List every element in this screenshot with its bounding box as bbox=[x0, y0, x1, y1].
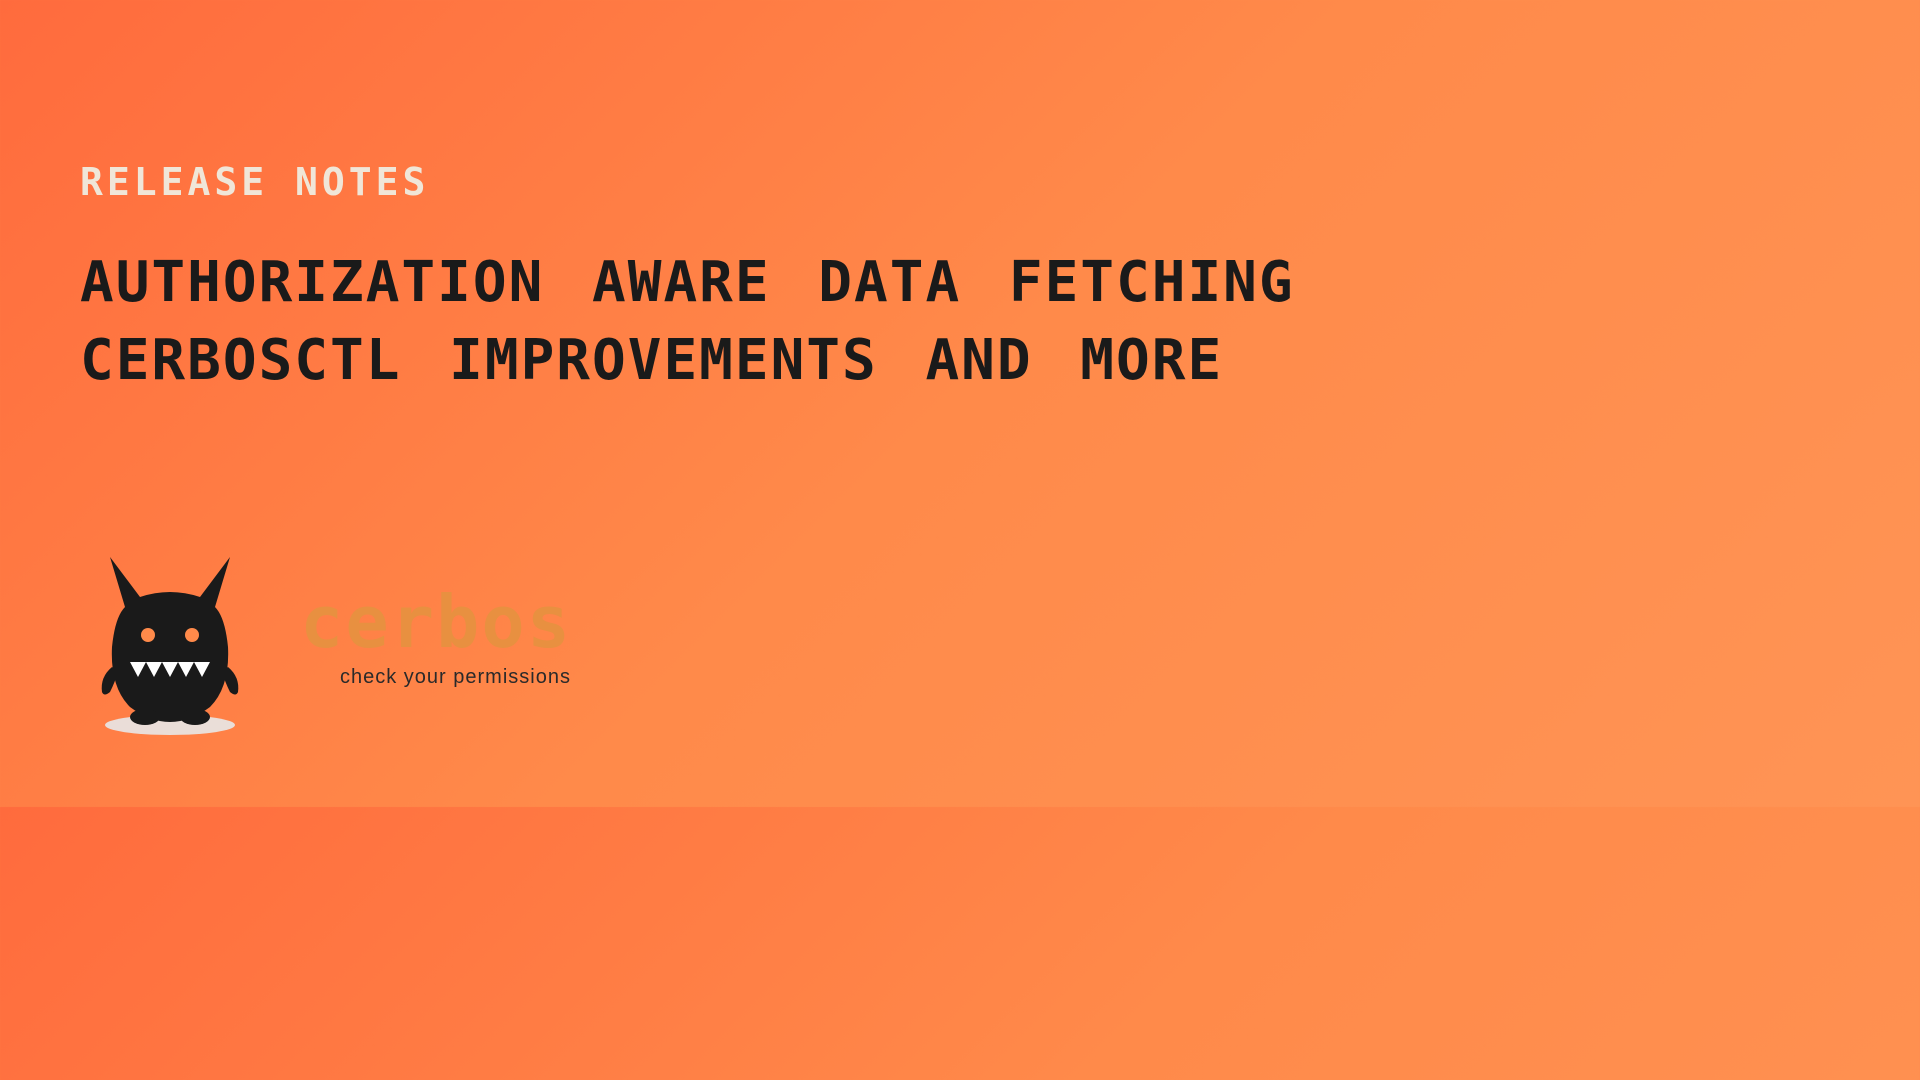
mascot-icon bbox=[80, 537, 260, 737]
page-title: AUTHORIZATION AWARE DATA FETCHING CERBOS… bbox=[80, 244, 1456, 401]
logo-section: cerbos check your permissions bbox=[80, 537, 572, 737]
title-line-2: CERBOSCTL IMPROVEMENTS AND MORE bbox=[80, 322, 1456, 400]
title-line-1: AUTHORIZATION AWARE DATA FETCHING bbox=[80, 244, 1456, 322]
brand-block: cerbos check your permissions bbox=[300, 586, 572, 689]
brand-name: cerbos bbox=[300, 586, 572, 658]
release-notes-label: RELEASE NOTES bbox=[80, 160, 1456, 204]
brand-tagline: check your permissions bbox=[340, 666, 572, 689]
main-content: RELEASE NOTES AUTHORIZATION AWARE DATA F… bbox=[0, 0, 1536, 401]
